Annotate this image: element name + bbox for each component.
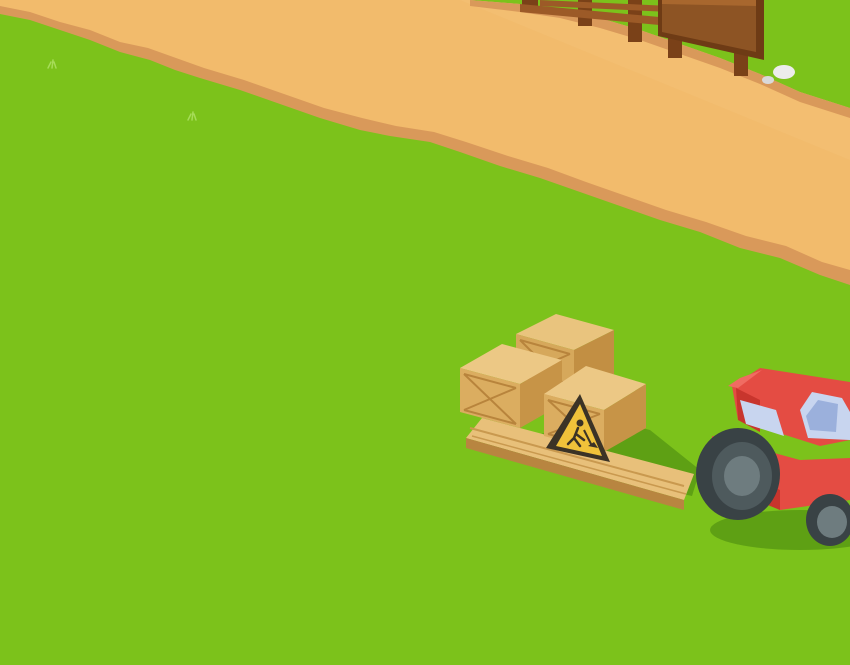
- game-scene: [0, 0, 850, 665]
- tractor-rear-wheel: [696, 428, 780, 520]
